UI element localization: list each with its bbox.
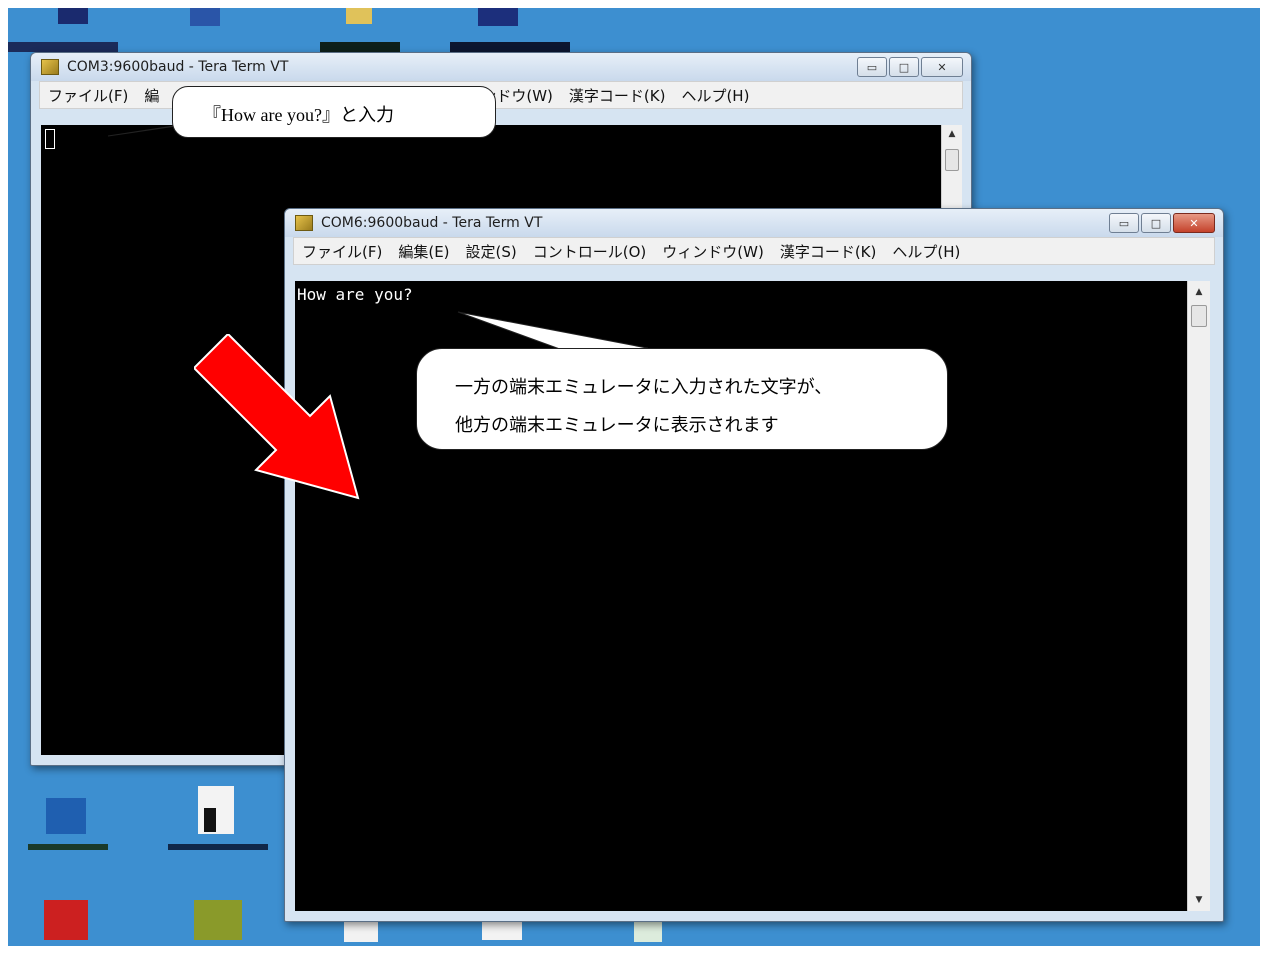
- callout-explain-line1: 一方の端末エミュレータに入力された文字が、: [455, 377, 833, 397]
- scroll-thumb[interactable]: [945, 149, 959, 171]
- menu-kanji-code[interactable]: 漢字コード(K): [772, 241, 885, 262]
- scroll-up-icon[interactable]: ▲: [942, 129, 962, 139]
- desktop-icon-6-detail: [204, 808, 216, 832]
- window-title: COM6:9600baud - Tera Term VT: [321, 215, 543, 231]
- menu-window[interactable]: ウィンドウ(W): [654, 241, 772, 262]
- desktop-icon-9[interactable]: [344, 922, 378, 942]
- titlebar[interactable]: COM6:9600baud - Tera Term VT ▭ □ ✕: [285, 209, 1223, 237]
- close-button[interactable]: ✕: [1173, 213, 1215, 233]
- red-arrow-icon: [194, 334, 360, 500]
- desktop-icon-8[interactable]: [194, 900, 242, 940]
- terminal-cursor: [45, 129, 55, 149]
- callout-input-text: 『How are you?』と入力: [203, 105, 394, 125]
- menu-kanji-code[interactable]: 漢字コード(K): [561, 85, 674, 106]
- desktop-icon-5[interactable]: [46, 798, 86, 834]
- menu-edit[interactable]: 編集(E): [390, 241, 457, 262]
- scroll-up-icon[interactable]: ▲: [1188, 287, 1210, 297]
- titlebar[interactable]: COM3:9600baud - Tera Term VT ▭ □ ✕: [31, 53, 971, 81]
- menu-help[interactable]: ヘルプ(H): [884, 241, 968, 262]
- desktop-icon-11[interactable]: [634, 922, 662, 942]
- window-controls: ▭ □ ✕: [1109, 213, 1215, 233]
- desktop-icon-7[interactable]: [44, 900, 88, 940]
- tera-term-window-com6[interactable]: COM6:9600baud - Tera Term VT ▭ □ ✕ ファイル(…: [284, 208, 1224, 922]
- desktop-icon-4[interactable]: [478, 8, 518, 26]
- callout-input: 『How are you?』と入力: [172, 86, 496, 138]
- menu-help[interactable]: ヘルプ(H): [673, 85, 757, 106]
- close-button[interactable]: ✕: [921, 57, 963, 77]
- menu-file[interactable]: ファイル(F): [294, 241, 390, 262]
- minimize-button[interactable]: ▭: [1109, 213, 1139, 233]
- desktop-icon-label: [168, 844, 268, 850]
- scroll-down-icon[interactable]: ▼: [1188, 895, 1210, 905]
- menu-setup[interactable]: 設定(S): [458, 241, 525, 262]
- callout-explain: 一方の端末エミュレータに入力された文字が、 他方の端末エミュレータに表示されます: [416, 348, 948, 450]
- desktop-icon-1[interactable]: [58, 8, 88, 24]
- tera-term-icon: [295, 215, 313, 231]
- desktop-icon-label: [320, 42, 400, 52]
- minimize-button[interactable]: ▭: [857, 57, 887, 77]
- desktop: COM3:9600baud - Tera Term VT ▭ □ ✕ ファイル(…: [8, 8, 1260, 946]
- desktop-icon-label: [450, 42, 570, 52]
- terminal-output: How are you?: [297, 285, 413, 304]
- desktop-icon-label: [28, 844, 108, 850]
- maximize-button[interactable]: □: [1141, 213, 1171, 233]
- callout-explain-line2: 他方の端末エミュレータに表示されます: [455, 415, 779, 435]
- menu-control[interactable]: コントロール(O): [525, 241, 655, 262]
- desktop-icon-label: [8, 42, 118, 52]
- tera-term-icon: [41, 59, 59, 75]
- maximize-button[interactable]: □: [889, 57, 919, 77]
- desktop-icon-2[interactable]: [190, 8, 220, 26]
- scrollbar[interactable]: ▲ ▼: [1187, 281, 1210, 911]
- desktop-icon-10[interactable]: [482, 922, 522, 940]
- desktop-icon-3[interactable]: [346, 8, 372, 24]
- window-title: COM3:9600baud - Tera Term VT: [67, 59, 289, 75]
- menubar: ファイル(F) 編集(E) 設定(S) コントロール(O) ウィンドウ(W) 漢…: [293, 237, 1215, 265]
- scroll-thumb[interactable]: [1191, 305, 1207, 327]
- window-controls: ▭ □ ✕: [857, 57, 963, 77]
